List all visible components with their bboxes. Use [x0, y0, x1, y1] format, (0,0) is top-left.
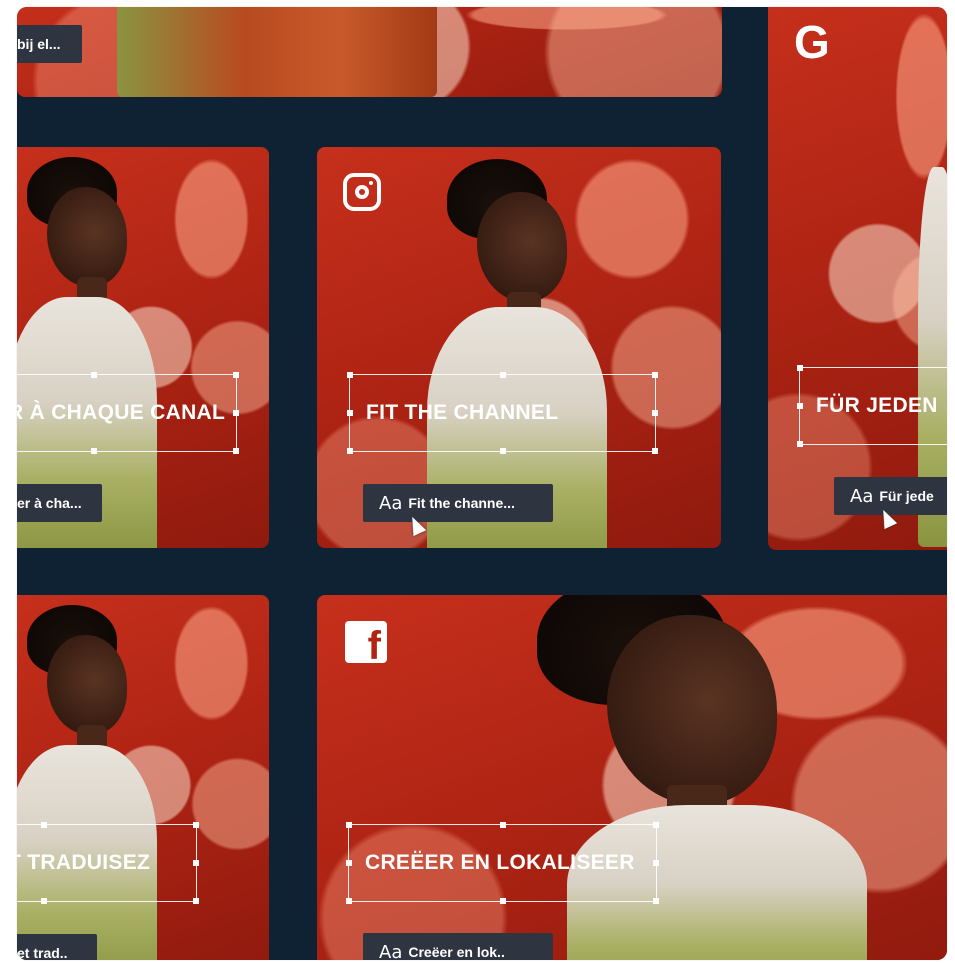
google-icon: G — [794, 16, 830, 68]
headline-textbox[interactable]: CREËER EN LOKALISEER — [346, 822, 659, 904]
headline-text: FIT THE CHANNEL — [366, 401, 559, 424]
text-layer-chip[interactable]: et trad.. — [17, 934, 97, 960]
ad-card-mid-left[interactable]: R À CHAQUE CANAL er à cha... — [17, 147, 269, 548]
font-icon: Aa — [379, 941, 403, 961]
headline-text: CREËER EN LOKALISEER — [365, 851, 635, 874]
ad-variants-canvas: bij el... G FÜR JEDEN Aa Für jede R À CH… — [17, 7, 947, 960]
ad-card-top-left[interactable]: bij el... — [17, 7, 722, 97]
facebook-icon: f — [345, 621, 387, 666]
headline-textbox[interactable]: FÜR JEDEN — [797, 365, 947, 447]
headline-text: T TRADUISEZ — [17, 851, 151, 874]
ad-card-instagram[interactable]: FIT THE CHANNEL Aa Fit the channe... — [317, 147, 721, 548]
headline-text: R À CHAQUE CANAL — [17, 401, 226, 424]
ad-card-facebook[interactable]: f CREËER EN LOKALISEER Aa Creëer en lok.… — [317, 595, 947, 960]
text-layer-chip[interactable]: Aa Fit the channe... — [363, 484, 553, 522]
headline-textbox[interactable]: R À CHAQUE CANAL — [17, 372, 239, 454]
ad-card-bottom-left[interactable]: T TRADUISEZ et trad.. — [17, 595, 269, 960]
text-layer-chip[interactable]: er à cha... — [17, 484, 102, 522]
text-layer-chip[interactable]: Aa Creëer en lok.. — [363, 933, 553, 960]
font-icon: Aa — [379, 492, 403, 514]
text-layer-chip[interactable]: bij el... — [17, 25, 82, 63]
ad-card-google[interactable]: G FÜR JEDEN Aa Für jede — [768, 7, 947, 550]
headline-text: FÜR JEDEN — [816, 394, 938, 417]
headline-textbox[interactable]: T TRADUISEZ — [17, 822, 199, 904]
instagram-icon — [343, 173, 381, 211]
font-icon: Aa — [850, 485, 874, 507]
headline-textbox[interactable]: FIT THE CHANNEL — [347, 372, 658, 454]
